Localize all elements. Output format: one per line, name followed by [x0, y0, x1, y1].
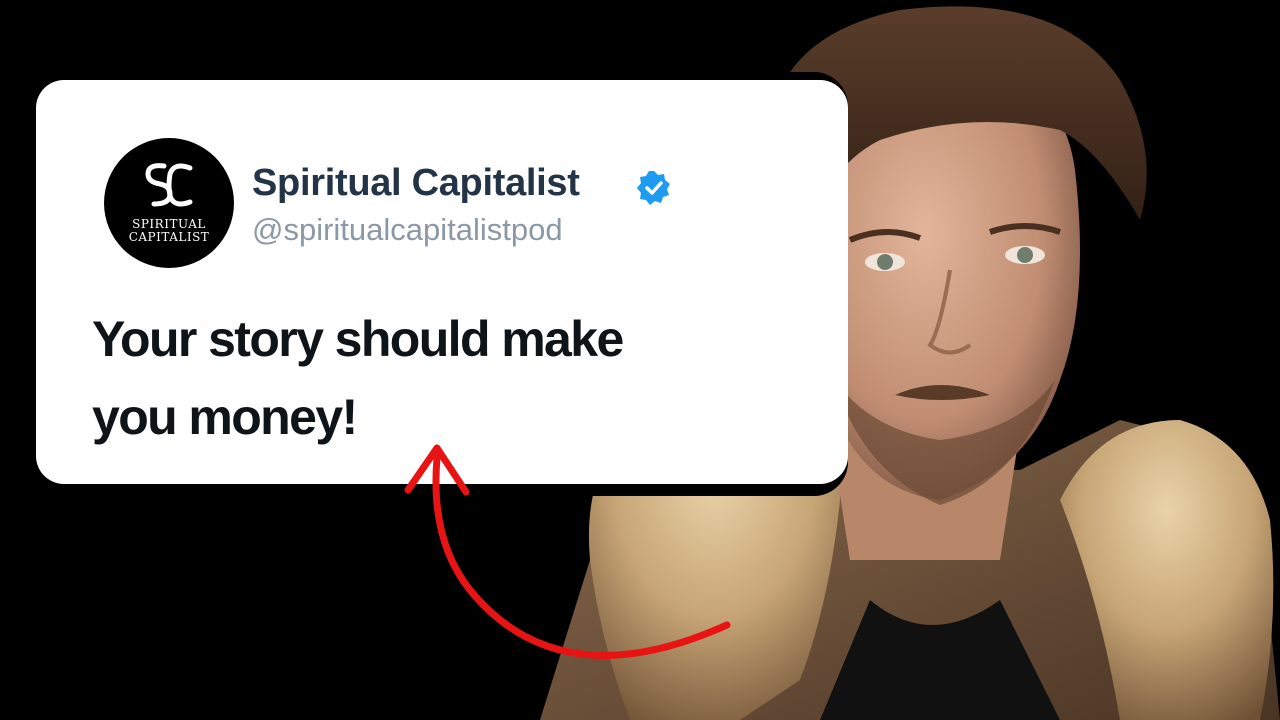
avatar: SPIRITUAL CAPITALIST — [104, 138, 234, 268]
sc-logo-icon — [145, 163, 193, 207]
tweet-text-line-2: you money! — [92, 389, 358, 445]
avatar-wordmark: SPIRITUAL CAPITALIST — [104, 218, 234, 244]
display-name: Spiritual Capitalist — [252, 162, 580, 204]
tweet-text-line-1: Your story should make — [92, 311, 624, 367]
tweet-card: SPIRITUAL CAPITALIST Spiritual Capitalis… — [28, 72, 848, 496]
verified-badge-icon — [637, 171, 670, 205]
avatar-line-2: CAPITALIST — [128, 230, 210, 244]
thumbnail-canvas: SPIRITUAL CAPITALIST Spiritual Capitalis… — [0, 0, 1280, 720]
tweet-text: Your story should make you money! — [92, 300, 712, 456]
tweet-card-body: SPIRITUAL CAPITALIST Spiritual Capitalis… — [36, 80, 848, 484]
handle: @spiritualcapitalistpod — [252, 212, 563, 247]
